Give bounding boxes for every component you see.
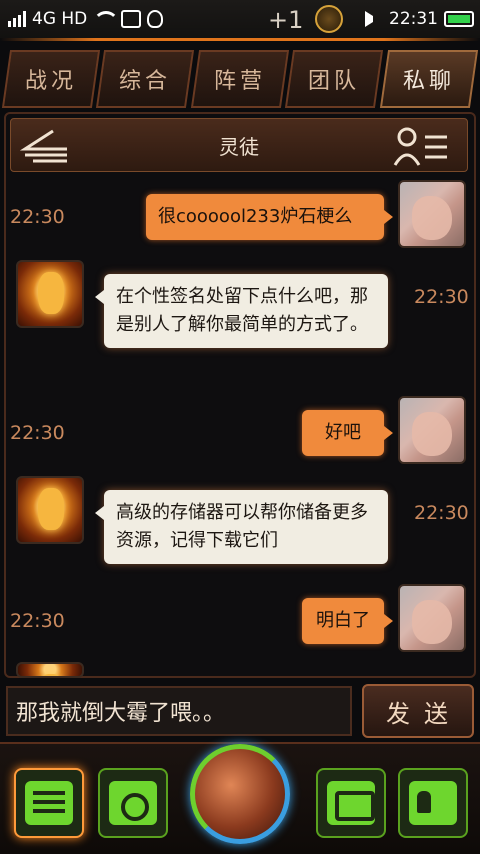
composer: 发送 — [0, 680, 480, 740]
tab-label: 阵营 — [214, 69, 267, 94]
chat-title: 灵徒 — [219, 134, 259, 159]
tab-bar: 战况 综合 阵营 团队 私聊 — [0, 46, 480, 110]
link-icon — [109, 781, 157, 825]
tab-team[interactable]: 团队 — [285, 50, 384, 108]
notification-count: +1 — [268, 6, 304, 34]
tab-general[interactable]: 综合 — [96, 50, 195, 108]
message-timestamp: 22:30 — [10, 610, 65, 632]
my-avatar[interactable] — [398, 396, 466, 464]
back-icon[interactable] — [19, 127, 73, 165]
tab-faction[interactable]: 阵营 — [190, 50, 290, 108]
bottom-nav — [0, 742, 480, 854]
send-button[interactable]: 发送 — [362, 684, 474, 738]
tab-label: 团队 — [308, 69, 361, 94]
divider — [0, 38, 480, 41]
contact-avatar — [16, 662, 84, 678]
message-bubble-incoming[interactable]: 高级的存储器可以帮你储备更多资源，记得下载它们 — [95, 490, 388, 564]
wifi-icon — [93, 11, 120, 27]
image-icon — [121, 10, 142, 28]
my-avatar[interactable] — [398, 180, 466, 248]
tab-label: 私聊 — [402, 69, 455, 94]
clock: 22:31 — [389, 9, 438, 29]
message-bubble-incoming[interactable]: 在个性签名处留下点什么吧，那是别人了解你最简单的方式了。 — [95, 274, 388, 348]
contact-card-nav-button[interactable] — [398, 768, 468, 838]
contacts-icon[interactable] — [393, 125, 449, 167]
qq-icon — [147, 10, 164, 28]
network-label: 4G HD — [32, 9, 88, 29]
chat-header: 灵徒 — [10, 118, 468, 172]
link-nav-button[interactable] — [98, 768, 168, 838]
battery-icon — [444, 11, 474, 27]
message-timestamp: 22:30 — [414, 286, 469, 308]
coin-icon[interactable] — [315, 5, 343, 33]
message-timestamp: 22:30 — [10, 206, 65, 228]
contact-avatar[interactable] — [16, 476, 84, 544]
robot-icon — [327, 781, 375, 825]
contact-card-icon — [409, 781, 457, 825]
my-avatar[interactable] — [398, 584, 466, 652]
globe-icon[interactable] — [190, 744, 290, 844]
message-timestamp: 22:30 — [414, 502, 469, 524]
chat-icon — [25, 781, 73, 825]
message-timestamp: 22:30 — [10, 422, 65, 444]
tab-label: 战况 — [25, 69, 78, 94]
status-bar: 4G HD +1 22:31 — [0, 0, 480, 38]
message-bubble-outgoing[interactable]: 明白了 — [302, 598, 393, 644]
message-bubble-outgoing[interactable]: 好吧 — [302, 410, 393, 456]
tab-private-chat[interactable]: 私聊 — [379, 50, 479, 108]
signal-icon — [8, 11, 26, 27]
mute-icon — [365, 11, 383, 27]
robot-nav-button[interactable] — [316, 768, 386, 838]
tab-label: 综合 — [119, 69, 172, 94]
message-input[interactable] — [6, 686, 352, 736]
chat-nav-button[interactable] — [14, 768, 84, 838]
contact-avatar[interactable] — [16, 260, 84, 328]
message-bubble-outgoing[interactable]: 很coooool233炉石梗么 — [146, 194, 393, 240]
tab-battle[interactable]: 战况 — [1, 50, 101, 108]
